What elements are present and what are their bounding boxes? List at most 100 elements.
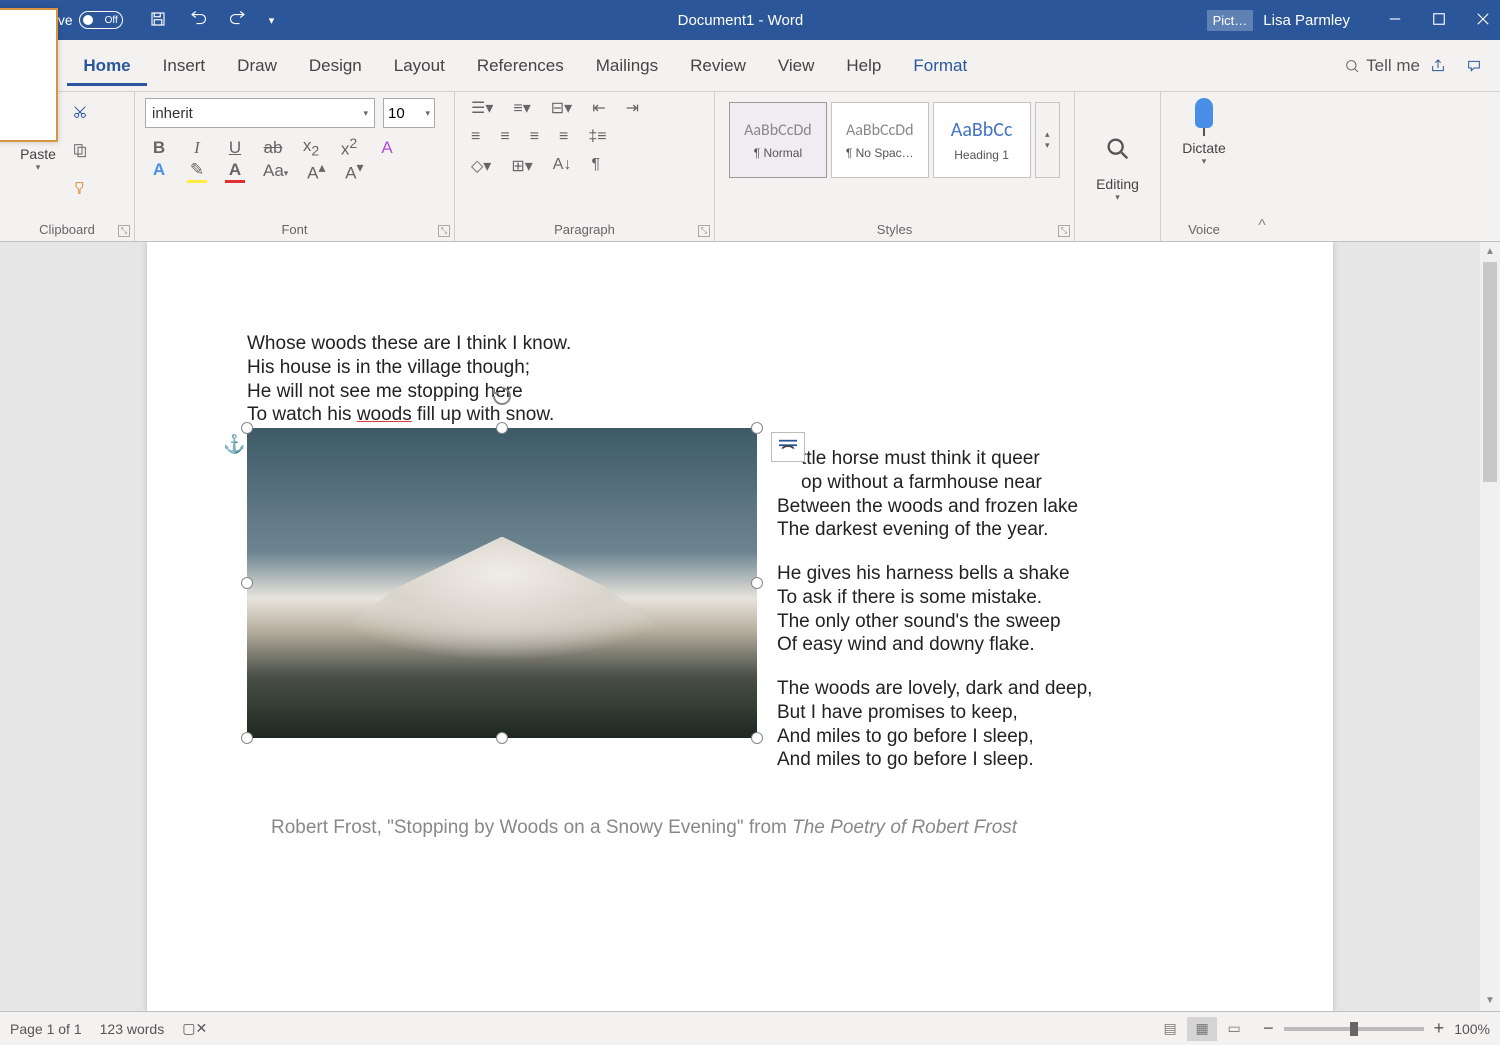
tab-layout[interactable]: Layout xyxy=(378,46,461,86)
sort-button[interactable]: A↓ xyxy=(553,156,572,176)
tab-format[interactable]: Format xyxy=(897,46,983,86)
highlight-button[interactable]: ✎ xyxy=(187,160,207,183)
tab-help[interactable]: Help xyxy=(830,46,897,86)
poem-line: op without a farmhouse near xyxy=(777,471,1233,495)
tab-mailings[interactable]: Mailings xyxy=(580,46,674,86)
proofing-icon[interactable]: ▢✕ xyxy=(182,1020,207,1037)
web-layout-icon[interactable]: ▭ xyxy=(1219,1017,1249,1041)
format-painter-icon[interactable] xyxy=(72,180,96,204)
align-right-button[interactable]: ≡ xyxy=(530,128,539,146)
font-color-button[interactable]: A xyxy=(225,160,245,183)
justify-button[interactable]: ≡ xyxy=(559,128,568,146)
page-indicator[interactable]: Page 1 of 1 xyxy=(10,1021,82,1037)
style-normal[interactable]: AaBbCcDd ¶ Normal xyxy=(729,102,827,178)
resize-handle-tm[interactable] xyxy=(496,422,508,434)
paste-button[interactable]: Paste ▾ xyxy=(10,98,66,204)
read-mode-icon[interactable]: ▤ xyxy=(1155,1017,1185,1041)
clear-formatting-button[interactable]: A xyxy=(377,138,397,158)
styles-more-button[interactable]: ▴▾ xyxy=(1035,102,1060,178)
zoom-out-button[interactable]: − xyxy=(1263,1018,1274,1039)
text-effects-button[interactable]: A xyxy=(149,160,169,183)
group-label: Styles xyxy=(725,218,1064,239)
resize-handle-bl[interactable] xyxy=(241,732,253,744)
decrease-indent-button[interactable]: ⇤ xyxy=(592,98,605,118)
print-layout-icon[interactable]: ▦ xyxy=(1187,1017,1217,1041)
tab-insert[interactable]: Insert xyxy=(147,46,222,86)
anchor-icon[interactable]: ⚓ xyxy=(223,434,245,455)
style-no-spacing[interactable]: AaBbCcDd ¶ No Spac… xyxy=(831,102,929,178)
poem-line: Between the woods and frozen lake xyxy=(777,495,1233,519)
dictate-button[interactable]: Dictate ▾ xyxy=(1182,98,1226,167)
tab-home[interactable]: Home xyxy=(67,46,146,86)
resize-handle-mr[interactable] xyxy=(751,577,763,589)
change-case-button[interactable]: Aa▾ xyxy=(263,161,288,181)
shrink-font-button[interactable]: A▾ xyxy=(344,160,364,184)
dialog-launcher-icon[interactable]: ⤡ xyxy=(1058,225,1070,237)
selected-picture[interactable]: ⚓ xyxy=(247,428,757,738)
underline-button[interactable]: U xyxy=(225,138,245,158)
user-name[interactable]: Lisa Parmley xyxy=(1263,12,1350,29)
borders-button[interactable]: ⊞▾ xyxy=(511,156,532,176)
style-heading-1[interactable]: AaBbCc Heading 1 xyxy=(933,102,1031,178)
zoom-in-button[interactable]: + xyxy=(1434,1018,1445,1039)
superscript-button[interactable]: x2 xyxy=(339,136,359,160)
scroll-thumb[interactable] xyxy=(1483,262,1497,482)
tab-references[interactable]: References xyxy=(461,46,580,86)
numbering-button[interactable]: ≡▾ xyxy=(513,98,530,118)
minimize-icon[interactable] xyxy=(1386,10,1404,31)
grow-font-button[interactable]: A▴ xyxy=(306,160,326,184)
tab-review[interactable]: Review xyxy=(674,46,762,86)
tell-me-search[interactable]: Tell me xyxy=(1344,56,1420,76)
rotate-handle[interactable] xyxy=(490,384,514,408)
bold-button[interactable]: B xyxy=(149,138,169,158)
align-left-button[interactable]: ≡ xyxy=(471,128,480,146)
cut-icon[interactable] xyxy=(72,104,96,128)
undo-icon[interactable] xyxy=(189,10,207,31)
resize-handle-tl[interactable] xyxy=(241,422,253,434)
document-area[interactable]: Whose woods these are I think I know. Hi… xyxy=(0,242,1480,1011)
shading-button[interactable]: ◇▾ xyxy=(471,156,491,176)
mountain-image[interactable] xyxy=(247,428,757,738)
zoom-slider[interactable] xyxy=(1284,1027,1424,1031)
strikethrough-button[interactable]: ab xyxy=(263,138,283,158)
word-count[interactable]: 123 words xyxy=(100,1021,165,1037)
scroll-up-icon[interactable]: ▲ xyxy=(1480,242,1500,262)
increase-indent-button[interactable]: ⇥ xyxy=(626,98,639,118)
tab-design[interactable]: Design xyxy=(293,46,378,86)
align-center-button[interactable]: ≡ xyxy=(500,128,509,146)
maximize-icon[interactable] xyxy=(1430,10,1448,31)
resize-handle-ml[interactable] xyxy=(241,577,253,589)
line-spacing-button[interactable]: ‡≡ xyxy=(588,128,606,146)
zoom-thumb[interactable] xyxy=(1350,1022,1358,1036)
tab-view[interactable]: View xyxy=(762,46,831,86)
zoom-percent[interactable]: 100% xyxy=(1454,1021,1490,1037)
resize-handle-tr[interactable] xyxy=(751,422,763,434)
italic-button[interactable]: I xyxy=(187,138,207,158)
vertical-scrollbar[interactable]: ▲ ▼ xyxy=(1480,242,1500,1011)
page[interactable]: Whose woods these are I think I know. Hi… xyxy=(147,242,1333,1011)
dialog-launcher-icon[interactable]: ⤡ xyxy=(438,225,450,237)
save-icon[interactable] xyxy=(149,10,167,31)
multilevel-button[interactable]: ⊟▾ xyxy=(551,98,572,118)
subscript-button[interactable]: x2 xyxy=(301,136,321,159)
bullets-button[interactable]: ☰▾ xyxy=(471,98,493,118)
resize-handle-bm[interactable] xyxy=(496,732,508,744)
font-name-combo[interactable]: inherit▾ xyxy=(145,98,375,128)
resize-handle-br[interactable] xyxy=(751,732,763,744)
tab-draw[interactable]: Draw xyxy=(221,46,293,86)
dialog-launcher-icon[interactable]: ⤡ xyxy=(698,225,710,237)
close-icon[interactable] xyxy=(1474,10,1492,31)
layout-options-button[interactable] xyxy=(771,432,805,462)
show-marks-button[interactable]: ¶ xyxy=(591,156,600,176)
scroll-down-icon[interactable]: ▼ xyxy=(1480,991,1500,1011)
collapse-ribbon-icon[interactable]: ^ xyxy=(1247,92,1277,241)
group-editing[interactable]: Editing ▾ xyxy=(1075,92,1161,241)
share-icon[interactable] xyxy=(1420,58,1456,74)
contextual-tab-label[interactable]: Pict… xyxy=(1207,10,1254,31)
redo-icon[interactable] xyxy=(229,10,247,31)
autosave-switch[interactable]: Off xyxy=(79,11,123,29)
font-size-combo[interactable]: 10▾ xyxy=(383,98,435,128)
comments-icon[interactable] xyxy=(1456,58,1492,74)
dialog-launcher-icon[interactable]: ⤡ xyxy=(118,225,130,237)
copy-icon[interactable] xyxy=(72,142,96,166)
